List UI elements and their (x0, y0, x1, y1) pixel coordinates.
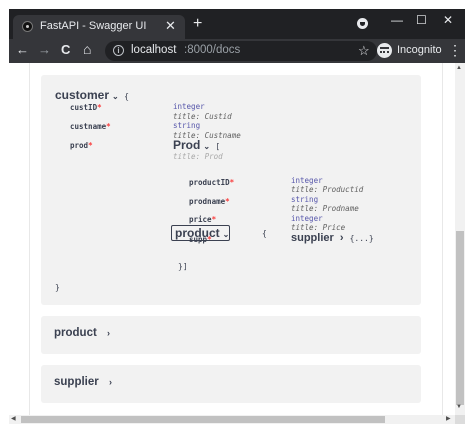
prop-price: price* (189, 215, 216, 224)
prop-productID-name: productID (189, 178, 230, 187)
prod-title-text: Prod (173, 138, 201, 152)
prop-custID: custID* (70, 103, 102, 112)
chevron-down-icon[interactable]: ⌄ (112, 92, 119, 101)
prop-custname: custname* (70, 122, 111, 131)
prop-custname-name: custname (70, 122, 107, 131)
open-brace: { (124, 92, 129, 101)
custname-type: string (173, 121, 201, 130)
product-model-collapsed[interactable]: product › (41, 316, 421, 354)
customer-model-box: customer ⌄ { custID* integer title: Custi… (41, 75, 421, 305)
prodname-type: string (291, 195, 319, 204)
prop-prodname-name: prodname (189, 197, 226, 206)
prop-prod: prod* (70, 141, 93, 150)
browser-window: FastAPI - Swagger UI ✕ + — ☐ ✕ ← → C ⌂ i… (0, 0, 474, 442)
scroll-right-icon[interactable]: ▶ (446, 415, 451, 422)
tab-close-icon[interactable]: ✕ (165, 18, 176, 34)
browser-toolbar: ← → C ⌂ i localhost :8000/docs ☆ Incogni… (9, 39, 465, 63)
customer-close-brace: } (55, 283, 60, 292)
chevron-down-icon[interactable]: ⌄ (203, 142, 210, 151)
custID-title: title: Custid (173, 112, 232, 121)
bookmark-star-icon[interactable]: ☆ (358, 43, 370, 59)
back-icon[interactable]: ← (16, 42, 29, 57)
product-open-brace: { (262, 229, 267, 238)
required-mark: * (225, 197, 230, 206)
required-mark: * (88, 141, 93, 150)
product-model-label: product (54, 327, 97, 339)
address-bar[interactable]: i localhost :8000/docs (105, 41, 377, 61)
supplier-ref-text: supplier (291, 232, 334, 244)
open-bracket: [ (215, 142, 221, 151)
incognito-icon[interactable] (377, 43, 392, 58)
price-type: integer (291, 214, 323, 223)
chevron-right-icon[interactable]: › (340, 232, 344, 244)
prodname-title: title: Prodname (291, 204, 359, 213)
menu-icon[interactable]: ⋮ (448, 42, 462, 59)
extension-icon[interactable] (357, 18, 368, 29)
productID-type: integer (291, 176, 323, 185)
prop-prodname: prodname* (189, 197, 230, 206)
chevron-right-icon[interactable]: › (107, 328, 110, 338)
required-mark: * (211, 215, 217, 224)
scrollbar-corner (455, 415, 465, 424)
new-tab-icon[interactable]: + (193, 15, 202, 33)
prop-productID: productID* (189, 178, 234, 187)
page-viewport: customer ⌄ { custID* integer title: Custi… (9, 63, 455, 415)
supplier-model-label: supplier (54, 376, 99, 388)
fastapi-favicon-icon (22, 21, 33, 32)
chevron-right-icon[interactable]: › (109, 377, 112, 387)
product-focus-outline (171, 225, 230, 241)
info-icon[interactable]: i (113, 45, 124, 56)
prop-prod-name: prod (70, 141, 89, 150)
scroll-left-icon[interactable]: ◀ (11, 415, 16, 422)
prod-close-bracket: }] (178, 262, 188, 271)
tab-strip: FastAPI - Swagger UI ✕ + — ☐ ✕ (9, 9, 465, 39)
home-icon[interactable]: ⌂ (83, 41, 91, 57)
close-window-icon[interactable]: ✕ (443, 13, 453, 27)
prod-subtitle: title: Prod (173, 152, 223, 161)
reload-icon[interactable]: C (61, 42, 70, 57)
maximize-icon[interactable]: ☐ (416, 13, 427, 27)
custID-type: integer (173, 102, 205, 111)
productID-title: title: Productid (291, 185, 364, 194)
supplier-ref-title[interactable]: supplier › {...} (291, 232, 374, 244)
required-mark: * (229, 178, 235, 187)
prop-price-name: price (189, 215, 212, 224)
prod-model-title[interactable]: Prod ⌄ [ (173, 138, 220, 152)
minimize-icon[interactable]: — (391, 13, 403, 27)
vertical-scroll-thumb[interactable] (456, 231, 464, 405)
prop-custID-name: custID (70, 103, 98, 112)
scroll-down-icon[interactable]: ▼ (456, 404, 462, 410)
customer-title-text: customer (55, 88, 110, 102)
url-path: :8000/docs (184, 44, 241, 56)
horizontal-scrollbar[interactable]: ◀ ▶ (9, 415, 455, 424)
price-title: title: Price (291, 223, 346, 232)
scroll-up-icon[interactable]: ▲ (456, 65, 462, 71)
required-mark: * (106, 122, 111, 131)
forward-icon[interactable]: → (38, 42, 51, 57)
vertical-scrollbar[interactable]: ▲ ▼ (455, 63, 465, 415)
tab-swagger[interactable]: FastAPI - Swagger UI ✕ (13, 15, 185, 39)
required-mark: * (97, 103, 102, 112)
url-host: localhost (131, 44, 177, 56)
tab-title: FastAPI - Swagger UI (40, 20, 147, 32)
customer-model-title[interactable]: customer ⌄ { (55, 88, 129, 102)
supplier-model-collapsed[interactable]: supplier › (41, 365, 421, 403)
incognito-label[interactable]: Incognito (397, 44, 442, 56)
horizontal-scroll-thumb[interactable] (21, 416, 385, 423)
supplier-collapsed: {...} (349, 234, 374, 243)
